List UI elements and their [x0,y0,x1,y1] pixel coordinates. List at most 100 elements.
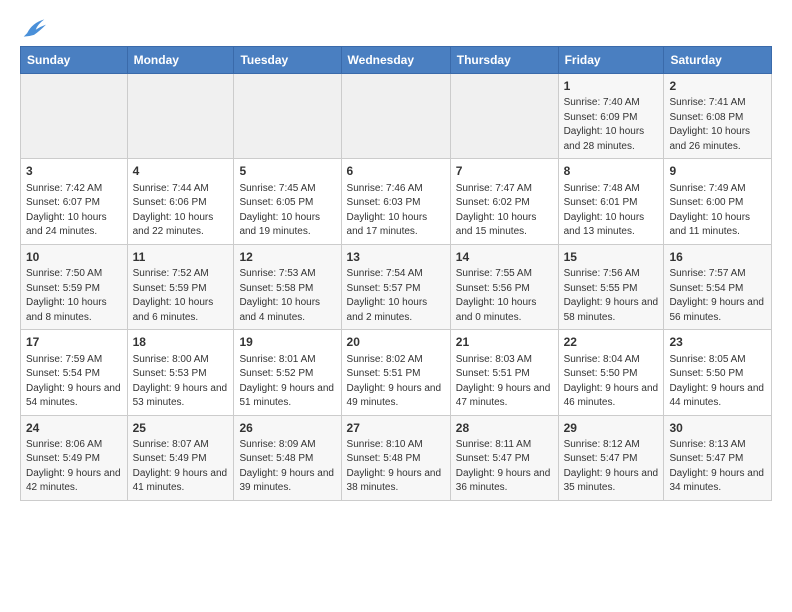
sunrise: Sunrise: 8:05 AM [669,354,745,365]
daylight-label: Daylight: 9 hours and 36 minutes. [456,468,551,494]
calendar-cell [234,74,341,159]
day-number: 26 [239,420,335,437]
daylight-label: Daylight: 10 hours and 17 minutes. [347,212,428,238]
day-number: 14 [456,249,553,266]
sunset: Sunset: 5:47 PM [564,453,638,464]
sunset: Sunset: 5:48 PM [347,453,421,464]
calendar-cell: 12Sunrise: 7:53 AMSunset: 5:58 PMDayligh… [234,244,341,329]
sunset: Sunset: 6:03 PM [347,197,421,208]
week-row-3: 10 Sunrise: 7:50 AM Sunset: 5:59 PM Dayligh… [21,244,772,329]
daylight-label: Daylight: 10 hours and 2 minutes. [347,297,428,323]
week-row-2: 3Sunrise: 7:42 AMSunset: 6:07 PMDaylight… [21,159,772,244]
sunset: Sunset: 6:08 PM [669,112,743,123]
week-row-4: 17Sunrise: 7:59 AMSunset: 5:54 PMDayligh… [21,330,772,415]
daylight-label: Daylight: 9 hours and 38 minutes. [347,468,442,494]
calendar-cell: 23Sunrise: 8:05 AMSunset: 5:50 PMDayligh… [664,330,772,415]
sunset: Sunset: 5:47 PM [456,453,530,464]
daylight-label: Daylight: 9 hours and 49 minutes. [347,383,442,409]
calendar-cell: 21 Sunrise: 8:03 AM Sunset: 5:51 PM Dayligh… [450,330,558,415]
day-number: 1 [564,78,659,95]
day-number: 7 [456,163,553,180]
sunrise: Sunrise: 8:03 AM [456,354,532,365]
sunrise: Sunrise: 8:13 AM [669,439,745,450]
logo-icon [20,16,48,40]
day-number: 6 [347,163,445,180]
logo [20,16,52,40]
sunrise: Sunrise: 7:57 AM [669,268,745,279]
calendar-cell: 26 Sunrise: 8:09 AM Sunset: 5:48 PM Dayligh… [234,415,341,500]
sunrise: Sunrise: 7:44 AM [133,183,209,194]
sunset: Sunset: 5:54 PM [669,283,743,294]
sunset: Sunset: 5:50 PM [669,368,743,379]
calendar-cell: 14Sunrise: 7:55 AMSunset: 5:56 PMDayligh… [450,244,558,329]
calendar-cell [127,74,234,159]
sunrise: Sunrise: 7:49 AM [669,183,745,194]
sunset: Sunset: 5:59 PM [133,283,207,294]
calendar-cell: 27 Sunrise: 8:10 AM Sunset: 5:48 PM Dayligh… [341,415,450,500]
calendar-cell: 3Sunrise: 7:42 AMSunset: 6:07 PMDaylight… [21,159,128,244]
sunrise: Sunrise: 7:54 AM [347,268,423,279]
sunset: Sunset: 5:56 PM [456,283,530,294]
calendar-cell [450,74,558,159]
daylight-label: Daylight: 9 hours and 41 minutes. [133,468,228,494]
daylight-label: Daylight: 10 hours and 28 minutes. [564,126,645,152]
day-number: 29 [564,420,659,437]
daylight-label: Daylight: 9 hours and 39 minutes. [239,468,334,494]
day-number: 13 [347,249,445,266]
calendar-cell: 7Sunrise: 7:47 AMSunset: 6:02 PMDaylight… [450,159,558,244]
day-number: 27 [347,420,445,437]
week-row-1: 1Sunrise: 7:40 AMSunset: 6:09 PMDaylight… [21,74,772,159]
calendar-cell: 10Sunrise: 7:50 AMSunset: 5:59 PMDayligh… [21,244,128,329]
sunrise: Sunrise: 7:46 AM [347,183,423,194]
sunset: Sunset: 5:58 PM [239,283,313,294]
week-row-5: 24Sunrise: 8:06 AMSunset: 5:49 PMDayligh… [21,415,772,500]
sunset: Sunset: 5:57 PM [347,283,421,294]
sunset: Sunset: 6:07 PM [26,197,100,208]
sunset: Sunset: 6:09 PM [564,112,638,123]
sunrise: Sunrise: 8:00 AM [133,354,209,365]
calendar-cell: 22Sunrise: 8:04 AMSunset: 5:50 PMDayligh… [558,330,664,415]
day-number: 8 [564,163,659,180]
day-number: 25 [133,420,229,437]
sunset: Sunset: 6:05 PM [239,197,313,208]
day-number: 5 [239,163,335,180]
daylight-label: Daylight: 10 hours and 13 minutes. [564,212,645,238]
sunrise: Sunrise: 8:02 AM [347,354,423,365]
sunset: Sunset: 5:55 PM [564,283,638,294]
daylight-label: Daylight: 9 hours and 42 minutes. [26,468,121,494]
sunrise: Sunrise: 8:11 AM [456,439,531,450]
day-number: 10 [26,249,122,266]
sunset: Sunset: 5:48 PM [239,453,313,464]
sunset: Sunset: 5:51 PM [456,368,530,379]
day-number: 21 [456,334,553,351]
daylight-label: Daylight: 9 hours and 47 minutes. [456,383,551,409]
day-number: 2 [669,78,766,95]
calendar-cell: 28 Sunrise: 8:11 AM Sunset: 5:47 PM Dayligh… [450,415,558,500]
sunrise: Sunrise: 7:50 AM [26,268,102,279]
sunrise: Sunrise: 8:06 AM [26,439,102,450]
day-number: 16 [669,249,766,266]
sunrise: Sunrise: 8:07 AM [133,439,209,450]
sunrise: Sunrise: 8:09 AM [239,439,315,450]
calendar-cell: 19Sunrise: 8:01 AMSunset: 5:52 PMDayligh… [234,330,341,415]
sunrise: Sunrise: 8:10 AM [347,439,423,450]
day-header-tuesday: Tuesday [234,47,341,74]
daylight-label: Daylight: 9 hours and 53 minutes. [133,383,228,409]
sunrise: Sunrise: 7:42 AM [26,183,102,194]
sunrise: Sunrise: 7:56 AM [564,268,640,279]
sunset: Sunset: 5:53 PM [133,368,207,379]
daylight-label: Daylight: 10 hours and 0 minutes. [456,297,537,323]
day-number: 28 [456,420,553,437]
sunset: Sunset: 6:00 PM [669,197,743,208]
sunset: Sunset: 5:47 PM [669,453,743,464]
calendar-cell: 9Sunrise: 7:49 AMSunset: 6:00 PMDaylight… [664,159,772,244]
calendar-cell: 30Sunrise: 8:13 AMSunset: 5:47 PMDayligh… [664,415,772,500]
daylight-label: Daylight: 9 hours and 54 minutes. [26,383,121,409]
calendar-cell: 13 Sunrise: 7:54 AM Sunset: 5:57 PM Dayligh… [341,244,450,329]
day-number: 30 [669,420,766,437]
calendar-cell: 5Sunrise: 7:45 AMSunset: 6:05 PMDaylight… [234,159,341,244]
sunset: Sunset: 5:54 PM [26,368,100,379]
day-number: 4 [133,163,229,180]
calendar-cell [341,74,450,159]
sunrise: Sunrise: 8:01 AM [239,354,315,365]
